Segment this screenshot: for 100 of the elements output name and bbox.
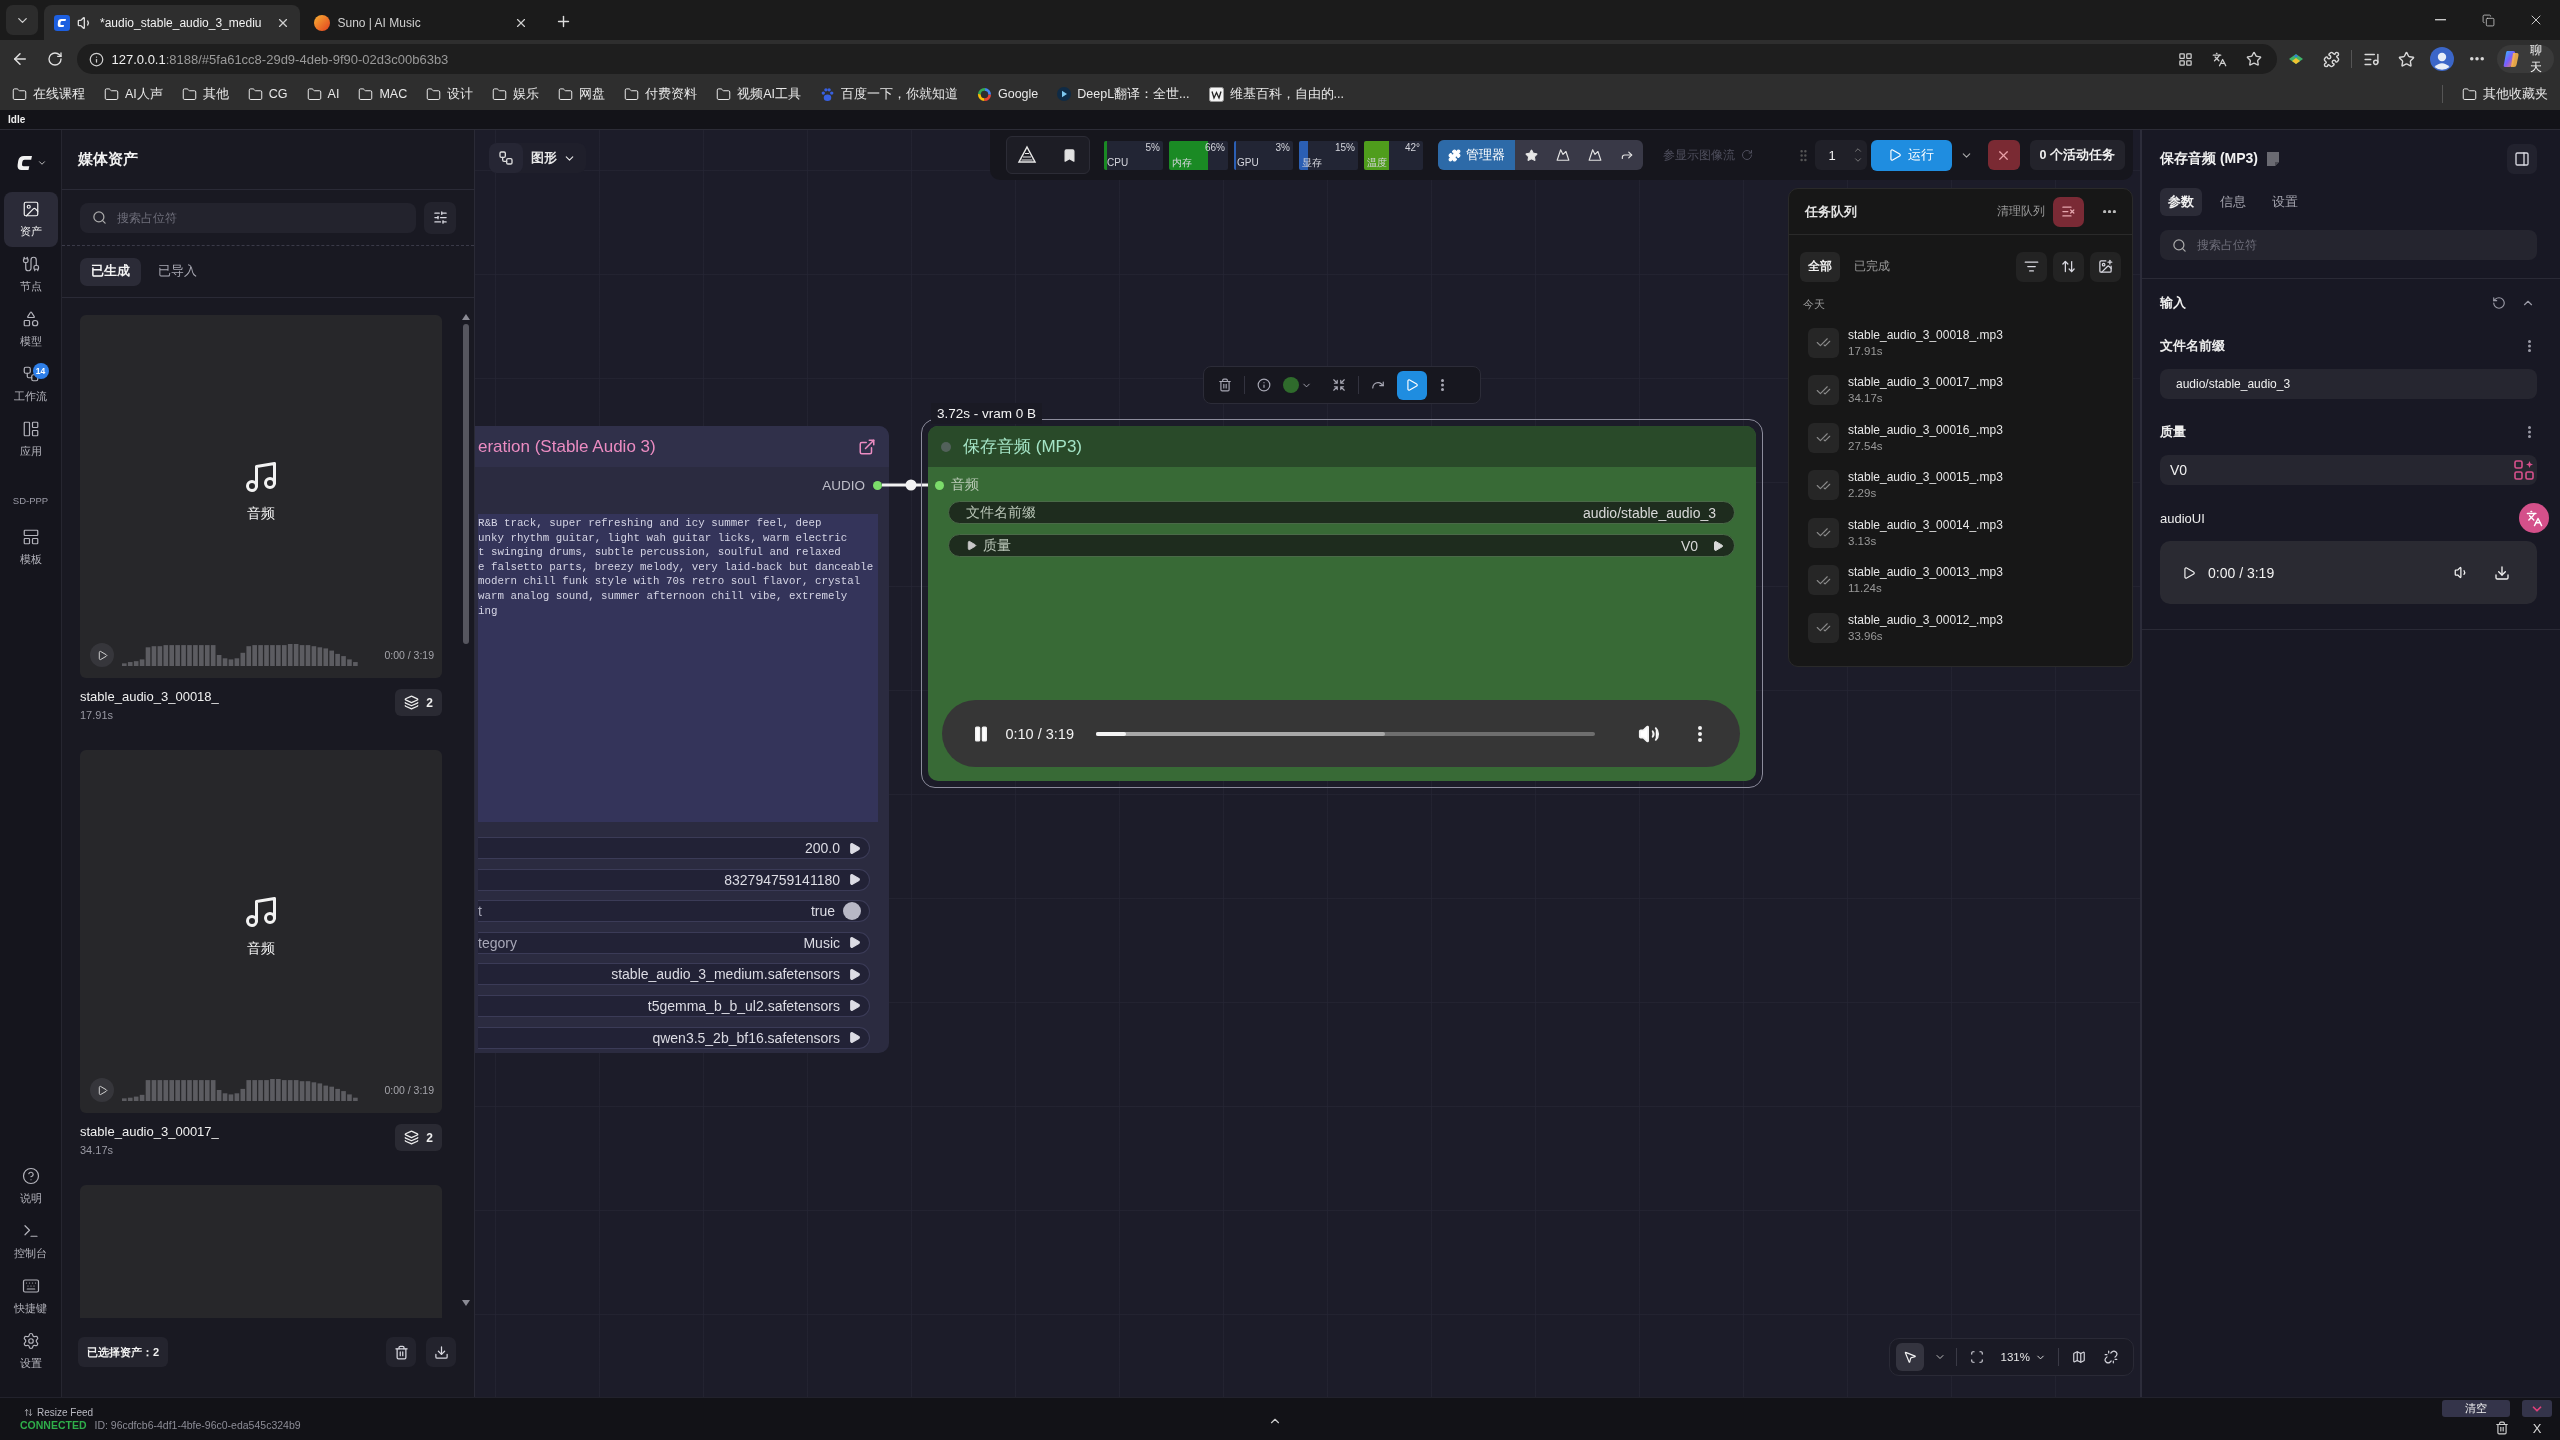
search-field[interactable]: 搜索占位符 <box>2160 230 2537 260</box>
sidebar-item[interactable]: 工作流 14 <box>3 357 58 412</box>
bookmark-link[interactable]: 维基百科，自由的... <box>1208 85 1344 103</box>
sidebar-item[interactable]: 设置 <box>3 1324 58 1379</box>
bookmark-folder[interactable]: 其他 <box>181 85 229 103</box>
prompt-field[interactable]: R&B track, super refreshing and icy summer feel, deep unky rhythm guitar, light wah guitar licks, warm electric t swinging drums, subtle percussion, soulful and relaxed e falsetto parts, breezy melody, very laid-back but danceable modern chill funk style with 70s retro soul flavor, crystal warm analog sound, summer afternoon chill vibe, extremely ing <box>478 514 878 822</box>
bookmark-link[interactable]: DeepL翻译：全世... <box>1057 85 1190 103</box>
delete-button[interactable] <box>386 1337 416 1367</box>
widget-field[interactable]: tegory Music <box>478 931 870 954</box>
caret-right-icon <box>848 936 861 950</box>
zoom-menu-button[interactable]: 131% <box>1996 1351 2050 1363</box>
cancel-button[interactable] <box>1987 140 2020 170</box>
info-icon <box>1257 378 1271 392</box>
chat-button[interactable]: 聊天 <box>2496 45 2554 73</box>
folder-icon <box>716 86 732 102</box>
bookmark-folder[interactable]: 视频AI工具 <box>716 85 801 103</box>
filter-button[interactable] <box>424 201 456 234</box>
bookmark-folder[interactable]: 娱乐 <box>492 85 540 103</box>
sidebar-item[interactable]: 应用 <box>3 412 58 467</box>
color-button[interactable] <box>1283 377 1312 393</box>
sort-button[interactable] <box>2053 251 2084 282</box>
bookmark-folder[interactable]: 在线课程 <box>12 85 85 103</box>
filter-button[interactable] <box>2016 251 2047 282</box>
close-button[interactable]: X <box>2528 1420 2546 1436</box>
sidebar-item[interactable]: 模型 <box>3 302 58 357</box>
widget-field[interactable]: t true <box>478 900 870 923</box>
widget-field[interactable]: t5gemma_b_b_ul2.safetensors <box>478 994 870 1017</box>
browser-tab[interactable]: Suno | AI Music <box>304 5 539 40</box>
download-icon <box>433 1344 449 1360</box>
caret-right-icon <box>848 873 861 887</box>
run-node-button[interactable] <box>1397 370 1427 400</box>
more-icon <box>1698 725 1703 742</box>
sidebar-item[interactable]: 资产 <box>3 192 58 247</box>
tab[interactable]: 参数 <box>2160 188 2202 216</box>
graph-button[interactable] <box>489 143 523 173</box>
url-text: 127.0.0.1:8188/#5fa61cc8-29d9-4deb-9f90-02d3c00b63b3 <box>111 51 450 67</box>
task-duration: 34.17s <box>1848 391 1884 407</box>
widget-field[interactable]: 832794759141180 <box>478 868 870 891</box>
folder-icon <box>358 86 374 102</box>
widget-field[interactable]: 质量 V0 <box>948 534 1735 557</box>
meter-label: CPU <box>1107 156 1129 169</box>
download-button[interactable] <box>426 1337 456 1367</box>
panel-title: 任务队列 <box>1805 202 1857 221</box>
progress-track[interactable] <box>1096 731 1596 736</box>
card-label: 音频 <box>247 504 275 523</box>
trash-icon <box>2495 1421 2509 1435</box>
bookmark-folder[interactable]: 设计 <box>426 85 474 103</box>
count-badge: 2 <box>395 1124 442 1151</box>
bookmark-folder[interactable]: 付费资料 <box>624 85 698 103</box>
bookmark-folder[interactable]: 其他收藏夹 <box>2462 85 2548 103</box>
circle-logo-icon <box>314 14 331 31</box>
sidebar-item[interactable]: 控制台 <box>3 1214 58 1269</box>
manager-button[interactable]: 管理器 <box>1438 140 1515 170</box>
sidebar-item[interactable]: 快捷键 <box>3 1269 58 1324</box>
browser-tab[interactable]: *audio_stable_audio_3_mediu <box>44 5 301 40</box>
tab[interactable]: 信息 <box>2212 188 2254 216</box>
collapse-button[interactable] <box>2522 1400 2552 1417</box>
search-field[interactable]: 搜索占位符 <box>80 202 416 233</box>
sort-icon <box>2061 259 2076 274</box>
widget-field[interactable]: stable_audio_3_medium.safetensors <box>478 963 870 986</box>
bookmark-folder[interactable]: AI <box>306 86 340 102</box>
widget-field[interactable]: qwen3.5_2b_bf16.safetensors <box>478 1026 870 1049</box>
bookmark-link[interactable]: Google <box>976 86 1039 102</box>
bookmark-folder[interactable]: AI人声 <box>104 85 163 103</box>
clear-queue-button[interactable] <box>2053 196 2084 227</box>
active-tasks: 0 个活动任务 <box>2029 140 2125 170</box>
panel-toggle-button[interactable] <box>2507 144 2537 174</box>
delete-button[interactable] <box>2494 1420 2510 1436</box>
select-field[interactable]: V0 <box>2160 455 2537 485</box>
filter-tab[interactable]: 全部 <box>1800 251 1840 282</box>
sidebar-item[interactable]: 节点 <box>3 247 58 302</box>
bookmark-folder[interactable]: CG <box>247 86 288 102</box>
tab[interactable]: 已生成 <box>80 257 141 286</box>
more-icon <box>2527 426 2531 438</box>
image-button[interactable] <box>2090 251 2121 282</box>
address-field[interactable]: 127.0.0.1:8188/#5fa61cc8-29d9-4deb-9f90-02d3c00b63b3 <box>76 44 2277 74</box>
info-icon <box>88 51 104 67</box>
run-button[interactable]: 运行 <box>1870 139 1952 171</box>
clear-button[interactable]: 清空 <box>2442 1400 2510 1417</box>
star-icon <box>1524 148 1538 162</box>
play-button[interactable] <box>90 643 114 667</box>
tab[interactable]: 已导入 <box>147 257 208 286</box>
card-label: 音频 <box>247 939 275 958</box>
sidebar-item[interactable]: 模板 <box>3 520 58 575</box>
widget-field[interactable]: 200.0 <box>478 837 870 859</box>
input-label: 音频 <box>951 476 979 494</box>
select-tool-button[interactable] <box>1895 1343 1924 1371</box>
bookmark-folder[interactable]: 网盘 <box>558 85 606 103</box>
widget-field[interactable]: 文件名前缀 audio/stable_audio_3 <box>948 501 1735 524</box>
time-text: 0:00 / 3:19 <box>2208 564 2275 581</box>
sidebar-item[interactable]: 说明 <box>3 1159 58 1214</box>
play-logo-icon <box>1057 87 1072 101</box>
trash-icon <box>1218 378 1232 392</box>
play-button[interactable] <box>90 1078 114 1102</box>
count-field[interactable]: 1 <box>1814 140 1867 170</box>
tab[interactable]: 设置 <box>2264 188 2306 216</box>
bookmark-link[interactable]: 百度一下，你就知道 <box>819 85 958 103</box>
bookmark-folder[interactable]: MAC <box>358 86 408 102</box>
text-field[interactable]: audio/stable_audio_3 <box>2160 369 2537 399</box>
filter-tab[interactable]: 已完成 <box>1846 251 1898 282</box>
